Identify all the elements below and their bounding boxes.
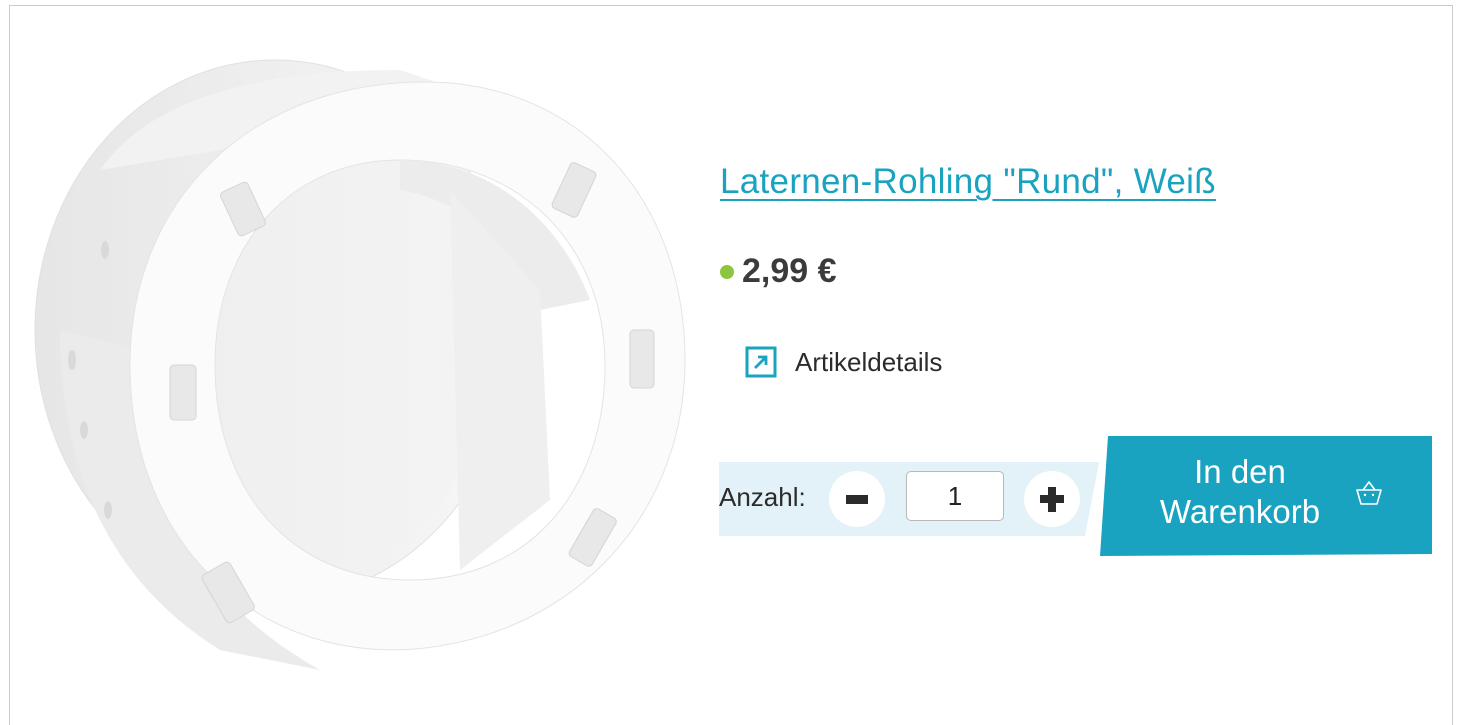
external-link-arrow-icon xyxy=(745,346,777,378)
price-row: 2,99 € xyxy=(720,252,837,291)
basket-icon xyxy=(1356,481,1382,505)
lantern-image-illustration xyxy=(34,59,686,670)
add-to-cart-button[interactable]: In den Warenkorb xyxy=(1100,436,1432,556)
product-title-link[interactable]: Laternen-Rohling "Rund", Weiß xyxy=(720,162,1216,202)
product-image[interactable] xyxy=(20,30,700,690)
add-to-cart-label-line2: Warenkorb xyxy=(1159,493,1321,530)
plus-icon xyxy=(1040,487,1064,512)
add-to-cart-label-line1: In den xyxy=(1194,453,1286,490)
quantity-selector: Anzahl: xyxy=(719,462,1099,536)
add-to-cart-label: In den Warenkorb xyxy=(1140,452,1340,532)
quantity-increment-button[interactable] xyxy=(1024,471,1080,527)
article-details-link[interactable]: Artikeldetails xyxy=(745,346,942,378)
article-details-label: Artikeldetails xyxy=(795,346,943,377)
quantity-label: Anzahl: xyxy=(719,482,806,512)
quantity-decrement-button[interactable] xyxy=(829,471,885,527)
product-price: 2,99 € xyxy=(742,252,837,290)
minus-icon xyxy=(846,495,868,504)
quantity-input[interactable] xyxy=(906,471,1004,521)
availability-indicator xyxy=(720,264,734,279)
